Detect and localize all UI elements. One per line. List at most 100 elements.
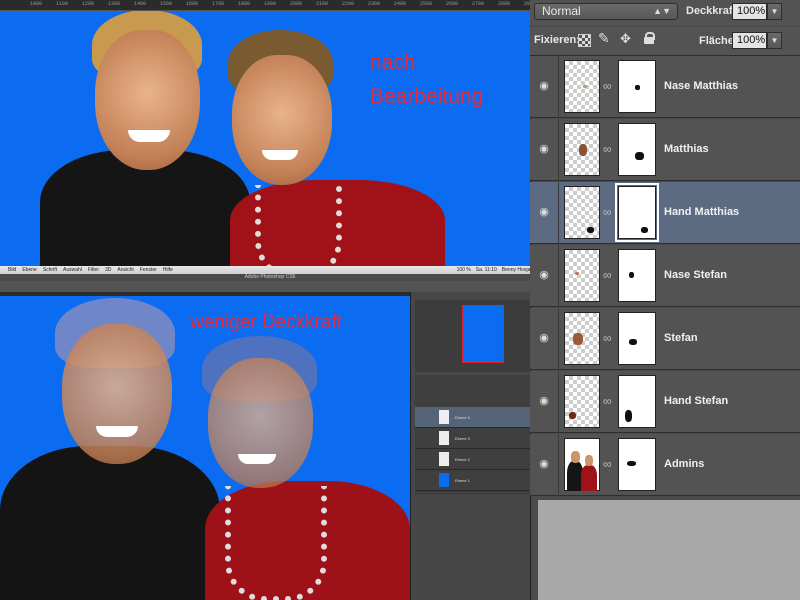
ruler-tick-label: 2100 <box>316 1 329 7</box>
opacity-dropdown-button[interactable]: ▼ <box>767 3 782 20</box>
menu-item[interactable]: Filter <box>88 267 99 273</box>
brush-icon[interactable]: ✎ <box>598 30 610 47</box>
bottom-canvas[interactable] <box>0 296 410 600</box>
menu-item[interactable]: Hilfe <box>163 267 173 273</box>
ruler-tick-label: 2700 <box>472 1 485 7</box>
inner-layer-thumbnail <box>439 452 449 466</box>
ruler-tick-label: 2600 <box>446 1 459 7</box>
right-person-necklace <box>255 185 342 268</box>
left-person-face-lower <box>62 324 172 464</box>
inner-layer-name: Ebene 3 <box>455 415 470 420</box>
chain-link-icon[interactable]: ∞ <box>603 205 612 219</box>
menu-item[interactable]: Ansicht <box>117 267 133 273</box>
ruler-tick-label: 1400 <box>134 1 147 7</box>
layer-mask-thumbnail[interactable] <box>615 183 659 242</box>
blend-mode-value: Normal <box>542 4 581 18</box>
layer-row-admins[interactable]: ◉ ∞ Admins <box>530 434 800 496</box>
panel-empty-area <box>538 500 800 600</box>
inner-layer-row: Ebene 3 <box>415 407 533 428</box>
ruler-tick-label: 2500 <box>420 1 433 7</box>
blend-mode-select[interactable]: Normal ▲▼ <box>534 3 678 20</box>
ruler-tick-label: 1200 <box>82 1 95 7</box>
inner-layer-row: Ebene 3 <box>415 428 533 449</box>
ruler-tick-label: 1300 <box>108 1 121 7</box>
eye-icon[interactable]: ◉ <box>536 204 552 220</box>
chain-link-icon[interactable]: ∞ <box>603 457 612 471</box>
layer-name: Nase Stefan <box>664 269 727 281</box>
opacity-input[interactable]: 100% <box>732 3 767 20</box>
annotation-line-2: Bearbeitung <box>370 85 484 108</box>
ruler-tick-label: 2000 <box>290 1 303 7</box>
eye-icon[interactable]: ◉ <box>536 330 552 346</box>
layer-row-stefan[interactable]: ◉ ∞ Stefan <box>530 308 800 370</box>
inner-layer-thumbnail <box>439 473 449 487</box>
layer-thumbnail <box>564 312 600 365</box>
lock-transparent-icon[interactable] <box>578 34 591 47</box>
left-person-jacket-lower <box>0 446 220 600</box>
chain-link-icon[interactable]: ∞ <box>603 268 612 282</box>
layer-row-matthias[interactable]: ◉ ∞ Matthias <box>530 119 800 181</box>
eye-icon[interactable]: ◉ <box>536 78 552 94</box>
layer-thumbnail <box>564 438 600 491</box>
eye-icon[interactable]: ◉ <box>536 267 552 283</box>
eye-icon[interactable]: ◉ <box>536 141 552 157</box>
menu-item[interactable]: Fenster <box>140 267 157 273</box>
ruler-tick-label: 1600 <box>186 1 199 7</box>
top-canvas[interactable] <box>0 0 530 268</box>
layer-mask-thumbnail[interactable] <box>618 375 656 428</box>
ruler-tick-label: 1100 <box>56 1 69 7</box>
layer-row-nase-stefan[interactable]: ◉ ∞ Nase Stefan <box>530 245 800 307</box>
menubar-status: 100 % Sa. 11:10 Benny Hoojaan <box>457 267 536 273</box>
chain-link-icon[interactable]: ∞ <box>603 79 612 93</box>
layer-name: Hand Stefan <box>664 395 729 407</box>
menu-item[interactable]: 3D <box>105 267 111 273</box>
annotation-line-1: nach <box>370 51 416 74</box>
eye-icon[interactable]: ◉ <box>536 456 552 472</box>
menu-item[interactable]: Bild <box>8 267 16 273</box>
inner-navigator-thumbnail <box>462 305 504 363</box>
ruler-tick-label: 1800 <box>238 1 251 7</box>
eye-icon[interactable]: ◉ <box>536 393 552 409</box>
layer-name: Nase Matthias <box>664 80 738 92</box>
inner-layer-name: Ebene 3 <box>455 436 470 441</box>
mac-menubar: Bild Ebene Schrift Auswahl Filter 3D Ansicht Fe… <box>0 266 540 274</box>
layer-row-hand-matthias[interactable]: ◉ ∞ Hand Matthias <box>530 182 800 244</box>
ruler-tick-label: 1900 <box>264 1 277 7</box>
ruler-tick-label: 2400 <box>394 1 407 7</box>
layer-row-hand-stefan[interactable]: ◉ ∞ Hand Stefan <box>530 371 800 433</box>
photoshop-title-bar: Adobe Photoshop CS6 <box>0 274 540 281</box>
menubar-status-item: Sa. 11:10 <box>475 267 497 273</box>
lock-icon[interactable] <box>644 32 655 44</box>
chain-link-icon[interactable]: ∞ <box>603 394 612 408</box>
layer-mask-thumbnail[interactable] <box>618 60 656 113</box>
inner-layer-row: Ebene 2 <box>415 449 533 470</box>
menubar-status-item: 100 % <box>456 267 471 273</box>
layer-row-nase-matthias[interactable]: ◉ ∞ Nase Matthias <box>530 56 800 118</box>
annotation-less-opacity: weniger Deckkraft <box>190 312 343 333</box>
fill-input[interactable]: 100% <box>732 32 767 49</box>
lock-label: Fixieren: <box>534 34 580 46</box>
ruler-tick-label: 1000 <box>30 1 43 7</box>
menu-item[interactable]: Ebene <box>22 267 36 273</box>
inner-layer-name: Ebene 2 <box>455 457 470 462</box>
layer-mask-thumbnail[interactable] <box>618 438 656 491</box>
layer-mask-thumbnail[interactable] <box>618 249 656 302</box>
layer-thumbnail <box>564 123 600 176</box>
move-icon[interactable]: ✥ <box>620 31 631 47</box>
ruler-tick-label: 2200 <box>342 1 355 7</box>
menu-item[interactable]: Schrift <box>43 267 57 273</box>
right-person-smile-lower <box>238 454 276 464</box>
inner-layer-name: Ebene 1 <box>455 478 470 483</box>
right-person-smile <box>262 150 298 160</box>
fill-dropdown-button[interactable]: ▼ <box>767 32 782 49</box>
dropdown-arrow-icon: ▲▼ <box>653 6 671 16</box>
inner-layer-thumbnail <box>439 410 449 424</box>
chain-link-icon[interactable]: ∞ <box>603 142 612 156</box>
ruler-tick-label: 2300 <box>368 1 381 7</box>
inner-layer-row: Ebene 1 <box>415 470 533 491</box>
menu-item[interactable]: Auswahl <box>63 267 82 273</box>
layer-mask-thumbnail[interactable] <box>618 123 656 176</box>
inner-layers-panel: Ebene 3 Ebene 3 Ebene 2 Ebene 1 <box>415 375 535 495</box>
chain-link-icon[interactable]: ∞ <box>603 331 612 345</box>
layer-mask-thumbnail[interactable] <box>618 312 656 365</box>
